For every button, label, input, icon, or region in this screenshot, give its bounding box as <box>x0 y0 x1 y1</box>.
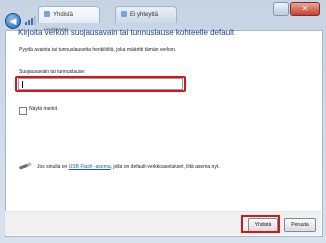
title-bar: ◀ Yhdistä verkkoon Ei yhteyttä ✕ <box>0 0 326 34</box>
dialog-content <box>5 30 323 237</box>
wireless-network-icon <box>25 16 36 25</box>
tab-not-connected-label: Ei yhteyttä <box>130 12 159 18</box>
minimize-button[interactable] <box>273 2 289 16</box>
show-characters-checkbox[interactable] <box>19 107 27 115</box>
close-icon: ✕ <box>301 4 309 13</box>
cancel-button[interactable]: Peruuta <box>284 218 316 232</box>
page-title: Kirjoita verkon suojausavain tai tunnusl… <box>18 28 235 37</box>
back-button[interactable]: ◀ <box>5 13 21 29</box>
connect-to-network-window: ◀ Yhdistä verkkoon Ei yhteyttä ✕ Kirjoit… <box>0 0 326 243</box>
usb-flash-drive-icon <box>19 162 32 170</box>
usb-info-text: Jos sinulla on USB Flash -asema, jolla o… <box>37 164 220 170</box>
connect-highlight-box <box>241 215 280 233</box>
tab-connect-to-network[interactable]: Yhdistä verkkoon <box>38 6 100 34</box>
page-description: Pyydä avainta tai tunnuslausetta henkilö… <box>19 47 177 53</box>
close-button[interactable]: ✕ <box>290 2 320 16</box>
show-characters-label: Näytä merkit <box>29 106 58 112</box>
usb-info-prefix: Jos sinulla on <box>37 164 69 170</box>
tab-not-connected[interactable]: Ei yhteyttä <box>115 6 177 23</box>
back-arrow-icon: ◀ <box>9 16 17 26</box>
usb-info-suffix: , jolla on default-verkkoasetukset, liit… <box>110 164 220 170</box>
network-tab-icon <box>121 11 127 18</box>
usb-flash-drive-link[interactable]: USB Flash -asema <box>69 164 111 170</box>
input-highlight-box <box>15 76 186 92</box>
network-tab-icon <box>44 11 50 18</box>
security-key-label: Suojausavain tai tunnuslause: <box>19 69 86 75</box>
